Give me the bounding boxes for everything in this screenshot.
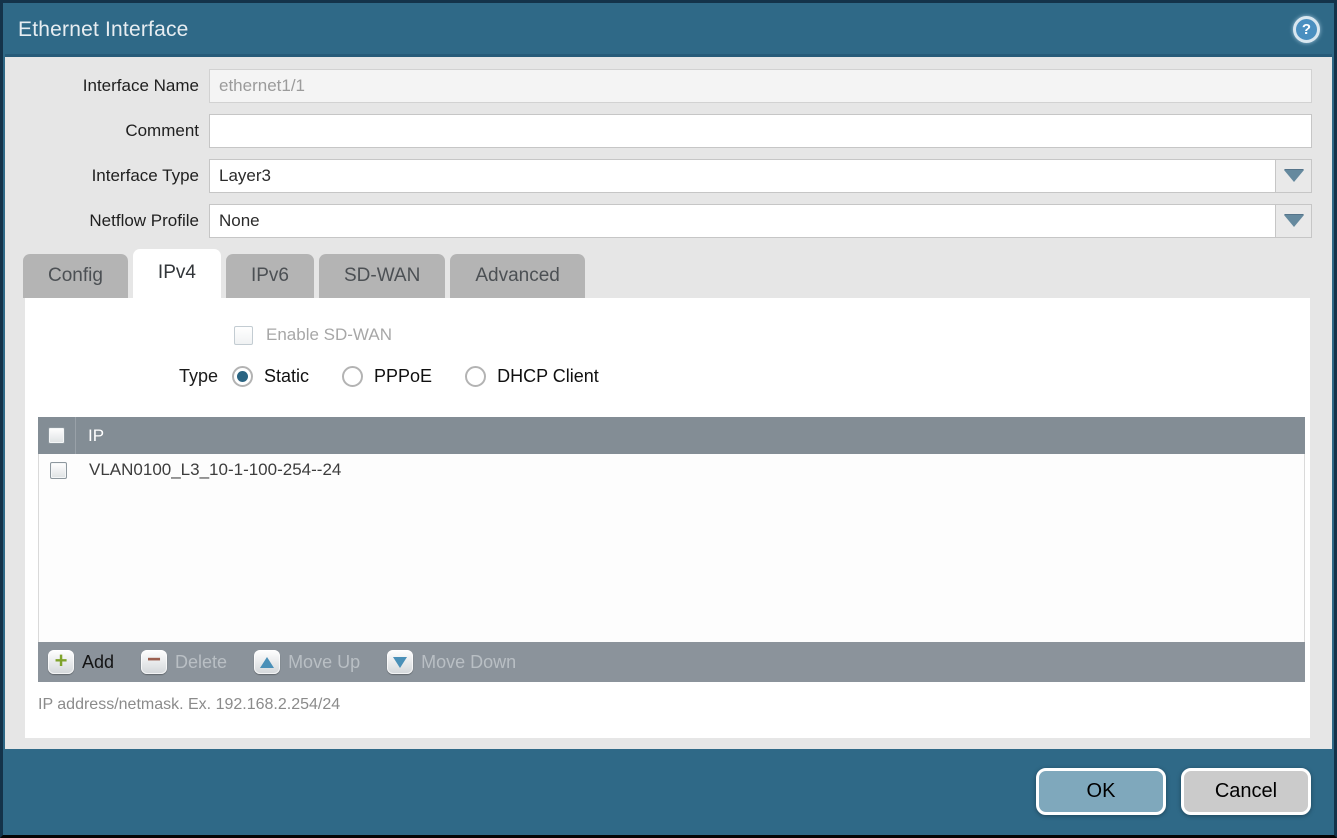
- radio-static-label: Static: [264, 366, 309, 387]
- titlebar: Ethernet Interface ?: [5, 5, 1332, 57]
- netflow-profile-field[interactable]: [209, 204, 1276, 238]
- tab-sdwan[interactable]: SD-WAN: [319, 254, 445, 298]
- delete-button[interactable]: − Delete: [141, 650, 227, 674]
- radio-pppoe-label: PPPoE: [374, 366, 432, 387]
- table-toolbar: + Add − Delete Move Up: [38, 642, 1305, 682]
- interface-name-row: Interface Name: [5, 69, 1312, 103]
- radio-dhcp-client[interactable]: [465, 366, 486, 387]
- netflow-profile-row: Netflow Profile: [5, 204, 1312, 238]
- interface-type-row: Interface Type: [5, 159, 1312, 193]
- table-row[interactable]: VLAN0100_L3_10-1-100-254--24: [39, 454, 1304, 486]
- radio-option-dhcp-client[interactable]: DHCP Client: [465, 366, 599, 387]
- dialog-footer: OK Cancel: [5, 749, 1332, 833]
- ip-format-hint: IP address/netmask. Ex. 192.168.2.254/24: [38, 696, 1310, 714]
- tab-ipv4[interactable]: IPv4: [133, 249, 221, 298]
- tab-advanced[interactable]: Advanced: [450, 254, 585, 298]
- cancel-button[interactable]: Cancel: [1181, 768, 1311, 815]
- type-label: Type: [25, 366, 218, 387]
- radio-dhcp-client-label: DHCP Client: [497, 366, 599, 387]
- dialog-body: Interface Name Comment Interface Type: [5, 57, 1332, 749]
- tab-ipv6[interactable]: IPv6: [226, 254, 314, 298]
- radio-option-static[interactable]: Static: [232, 366, 309, 387]
- row-ip-value[interactable]: VLAN0100_L3_10-1-100-254--24: [77, 460, 341, 480]
- move-up-icon: [254, 650, 280, 674]
- ok-button[interactable]: OK: [1036, 768, 1166, 815]
- move-up-button-label: Move Up: [288, 652, 360, 673]
- comment-row: Comment: [5, 114, 1312, 148]
- ip-table-body: VLAN0100_L3_10-1-100-254--24: [38, 454, 1305, 642]
- enable-sdwan-checkbox: [234, 326, 253, 345]
- move-down-icon: [387, 650, 413, 674]
- interface-type-field[interactable]: [209, 159, 1276, 193]
- chevron-down-icon: [1284, 215, 1304, 227]
- ipv4-panel: Enable SD-WAN Type Static PPPoE DHCP Cli…: [25, 298, 1310, 738]
- type-radio-row: Type Static PPPoE DHCP Client: [25, 366, 1310, 387]
- help-icon[interactable]: ?: [1293, 16, 1320, 43]
- add-button-label: Add: [82, 652, 114, 673]
- radio-option-pppoe[interactable]: PPPoE: [342, 366, 432, 387]
- chevron-down-icon: [1284, 170, 1304, 182]
- ip-table: IP VLAN0100_L3_10-1-100-254--24 +: [38, 417, 1305, 682]
- tab-config[interactable]: Config: [23, 254, 128, 298]
- header-checkbox-cell: [38, 417, 76, 454]
- interface-type-label: Interface Type: [5, 166, 209, 186]
- row-checkbox[interactable]: [50, 462, 67, 479]
- move-up-button[interactable]: Move Up: [254, 650, 360, 674]
- interface-name-label: Interface Name: [5, 76, 209, 96]
- ip-table-header: IP: [38, 417, 1305, 454]
- comment-label: Comment: [5, 121, 209, 141]
- dialog-title: Ethernet Interface: [18, 18, 189, 42]
- add-button[interactable]: + Add: [48, 650, 114, 674]
- move-down-button-label: Move Down: [421, 652, 516, 673]
- netflow-profile-dropdown-button[interactable]: [1275, 204, 1312, 238]
- ip-column-header: IP: [76, 426, 104, 446]
- delete-button-label: Delete: [175, 652, 227, 673]
- delete-icon: −: [141, 650, 167, 674]
- netflow-profile-label: Netflow Profile: [5, 211, 209, 231]
- interface-name-field: [209, 69, 1312, 103]
- enable-sdwan-row: Enable SD-WAN: [25, 298, 1310, 345]
- add-icon: +: [48, 650, 74, 674]
- select-all-checkbox[interactable]: [48, 427, 65, 444]
- move-down-button[interactable]: Move Down: [387, 650, 516, 674]
- enable-sdwan-label: Enable SD-WAN: [266, 325, 392, 345]
- comment-field[interactable]: [209, 114, 1312, 148]
- row-checkbox-cell: [39, 462, 77, 479]
- tab-bar: Config IPv4 IPv6 SD-WAN Advanced: [23, 249, 1332, 298]
- ethernet-interface-dialog: Ethernet Interface ? Interface Name Comm…: [0, 0, 1337, 838]
- dialog-window: Ethernet Interface ? Interface Name Comm…: [5, 5, 1332, 833]
- radio-static[interactable]: [232, 366, 253, 387]
- interface-type-dropdown-button[interactable]: [1275, 159, 1312, 193]
- radio-pppoe[interactable]: [342, 366, 363, 387]
